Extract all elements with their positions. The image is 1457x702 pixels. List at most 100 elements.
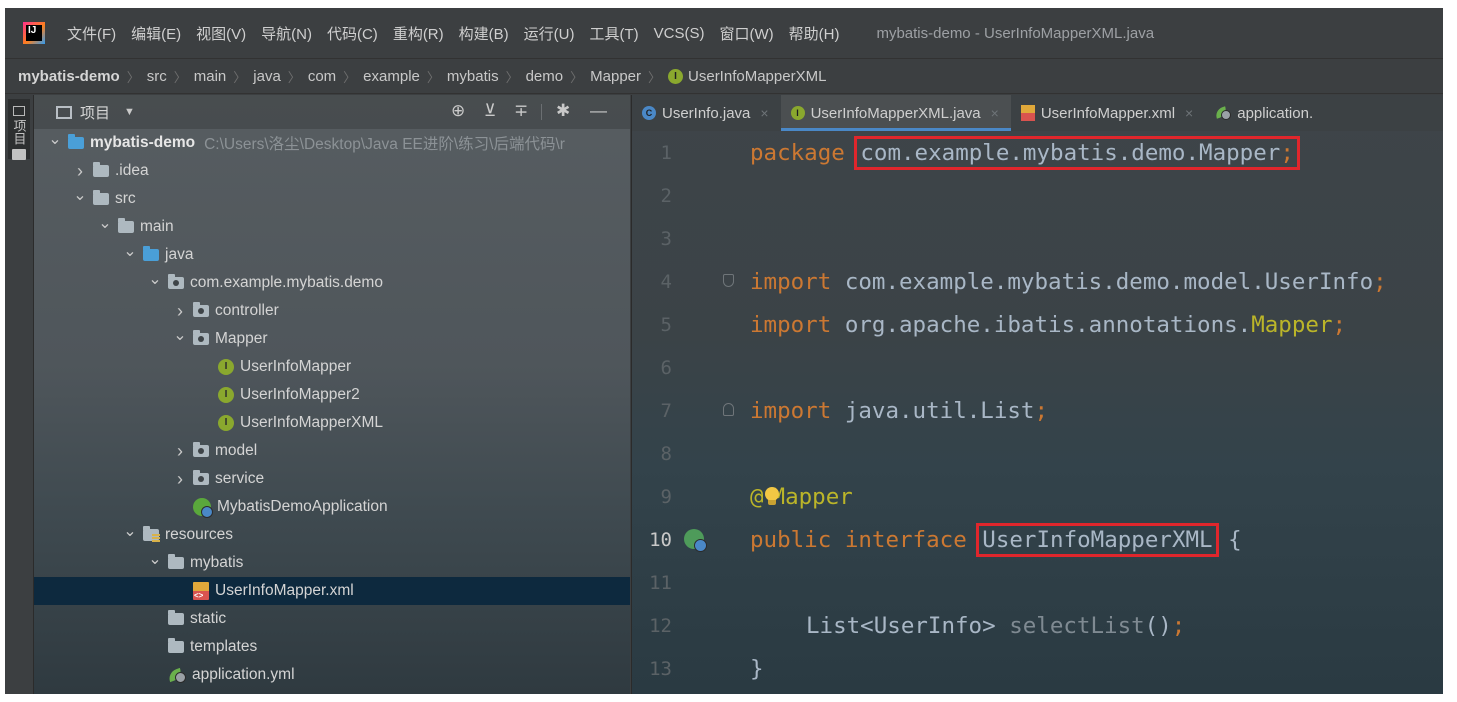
line-number: 11 xyxy=(649,571,672,594)
menu-navigate[interactable]: 导航(N) xyxy=(261,23,312,44)
hide-panel-icon[interactable]: — xyxy=(590,102,607,120)
menu-code[interactable]: 代码(C) xyxy=(327,23,378,44)
breadcrumb-file[interactable]: UserInfoMapperXML xyxy=(688,68,826,85)
tree-item[interactable]: ⌄ com.example.mybatis.demo xyxy=(34,269,630,297)
code-line-9[interactable]: 9 @ Mapper xyxy=(632,475,1443,518)
chevron-right-icon[interactable]: › xyxy=(173,301,187,322)
code-line-4[interactable]: 4 import com.example.mybatis.demo.model.… xyxy=(632,260,1443,303)
tree-item[interactable]: ⌄ mybatis-demo C:\Users\洛尘\Desktop\Java EE… xyxy=(34,129,630,157)
code-line-7[interactable]: 7 import java.util.List; xyxy=(632,389,1443,432)
tree-item[interactable]: ›application.yml xyxy=(34,661,630,689)
tree-item[interactable]: ›IUserInfoMapperXML xyxy=(34,409,630,437)
tree-item-label: UserInfoMapper.xml xyxy=(215,582,354,599)
tree-item[interactable]: ⌄ java xyxy=(34,241,630,269)
menu-tools[interactable]: 工具(T) xyxy=(589,23,638,44)
dropdown-caret-icon[interactable]: ▼ xyxy=(124,106,135,118)
code-line-5[interactable]: 5 import org.apache.ibatis.annotations. M… xyxy=(632,303,1443,346)
tree-item[interactable]: › .idea xyxy=(34,157,630,185)
tree-item[interactable]: ›templates xyxy=(34,633,630,661)
close-icon[interactable]: × xyxy=(991,105,999,121)
fold-marker-icon[interactable] xyxy=(723,274,734,287)
code-line-10[interactable]: 10 public interface UserInfoMapperXML { xyxy=(632,518,1443,561)
spring-bean-gutter-icon[interactable] xyxy=(684,529,707,552)
tree-item[interactable]: › service xyxy=(34,465,630,493)
breadcrumb-main[interactable]: main xyxy=(194,68,227,85)
editor-tab[interactable]: application. xyxy=(1205,95,1325,131)
import-ibatis-package: org.apache.ibatis.annotations. xyxy=(844,311,1252,338)
chevron-down-icon[interactable]: ⌄ xyxy=(48,132,62,148)
chevron-right-icon[interactable]: › xyxy=(173,441,187,462)
close-icon[interactable]: × xyxy=(760,105,768,121)
chevron-down-icon[interactable]: ⌄ xyxy=(148,272,162,288)
semicolon: ; xyxy=(1171,612,1186,639)
tree-item[interactable]: ›IUserInfoMapper xyxy=(34,353,630,381)
breadcrumb-mapper[interactable]: Mapper xyxy=(590,68,641,85)
menu-edit[interactable]: 编辑(E) xyxy=(131,23,181,44)
breadcrumb-java[interactable]: java xyxy=(253,68,281,85)
breadcrumb-demo[interactable]: demo xyxy=(526,68,564,85)
tree-item[interactable]: ⌄ Mapper xyxy=(34,325,630,353)
menu-file[interactable]: 文件(F) xyxy=(67,23,116,44)
tree-item[interactable]: ›UserInfoMapper.xml xyxy=(34,577,630,605)
code-line-1[interactable]: 1 package com.example.mybatis.demo.Mappe… xyxy=(632,131,1443,174)
tree-item[interactable]: › controller xyxy=(34,297,630,325)
folder-icon[interactable] xyxy=(12,149,26,160)
chevron-down-icon[interactable]: ⌄ xyxy=(98,216,112,232)
close-brace: } xyxy=(750,655,764,682)
fold-end-marker-icon[interactable] xyxy=(723,403,734,416)
menu-refactor[interactable]: 重构(R) xyxy=(393,23,444,44)
lightbulb-icon[interactable] xyxy=(764,486,780,507)
resources-folder-icon xyxy=(143,526,160,542)
chevron-right-icon[interactable]: › xyxy=(73,161,87,182)
locate-icon[interactable]: ⊕ xyxy=(451,102,465,120)
editor-tab[interactable]: C UserInfo.java × xyxy=(632,95,781,131)
project-view-selector[interactable]: 项目 xyxy=(80,102,110,123)
window-icon xyxy=(56,105,72,119)
menu-vcs[interactable]: VCS(S) xyxy=(654,25,705,42)
menu-run[interactable]: 运行(U) xyxy=(524,23,575,44)
code-line-8[interactable]: 8 xyxy=(632,432,1443,475)
chevron-down-icon[interactable]: ⌄ xyxy=(173,328,187,344)
breadcrumb-example[interactable]: example xyxy=(363,68,420,85)
editor-tab[interactable]: I UserInfoMapperXML.java × xyxy=(780,95,1012,131)
breadcrumb-project[interactable]: mybatis-demo xyxy=(18,68,120,85)
breadcrumb-com[interactable]: com xyxy=(308,68,336,85)
code-line-13[interactable]: 13 } xyxy=(632,647,1443,690)
intellij-logo-icon[interactable]: IJ xyxy=(23,22,45,44)
tree-item[interactable]: ›MybatisDemoApplication xyxy=(34,493,630,521)
chevron-down-icon[interactable]: ⌄ xyxy=(148,552,162,568)
menu-build[interactable]: 构建(B) xyxy=(459,23,509,44)
code-line-2[interactable]: 2 xyxy=(632,174,1443,217)
tree-item[interactable]: ⌄ main xyxy=(34,213,630,241)
close-icon[interactable]: × xyxy=(1185,105,1193,121)
tree-item[interactable]: › model xyxy=(34,437,630,465)
code-line-12[interactable]: 12 List<UserInfo> selectList(); xyxy=(632,604,1443,647)
menu-help[interactable]: 帮助(H) xyxy=(789,23,840,44)
tree-item[interactable]: ›IUserInfoMapper2 xyxy=(34,381,630,409)
line-number: 1 xyxy=(660,141,672,164)
tree-item[interactable]: ⌄ src xyxy=(34,185,630,213)
editor-tab[interactable]: UserInfoMapper.xml × xyxy=(1011,95,1205,131)
editor-tab-label: UserInfoMapperXML.java xyxy=(810,104,981,122)
tree-item-label: resources xyxy=(165,526,234,543)
code-line-6[interactable]: 6 xyxy=(632,346,1443,389)
tree-item[interactable]: ›static xyxy=(34,605,630,633)
expand-all-icon[interactable]: ⊻ xyxy=(484,102,496,120)
gear-icon[interactable]: ✱ xyxy=(556,102,570,120)
menu-view[interactable]: 视图(V) xyxy=(196,23,246,44)
code-line-3[interactable]: 3 xyxy=(632,217,1443,260)
tree-item[interactable]: ⌄ mybatis xyxy=(34,549,630,577)
tree-item[interactable]: ⌄ resources xyxy=(34,521,630,549)
chevron-right-icon: 〉 xyxy=(426,69,440,85)
chevron-down-icon[interactable]: ⌄ xyxy=(73,188,87,204)
breadcrumb-mybatis[interactable]: mybatis xyxy=(447,68,499,85)
chevron-down-icon[interactable]: ⌄ xyxy=(123,524,137,540)
keyword-public: public xyxy=(750,526,832,553)
breadcrumb-src[interactable]: src xyxy=(147,68,167,85)
chevron-right-icon[interactable]: › xyxy=(173,469,187,490)
keyword-import: import xyxy=(750,311,832,338)
menu-window[interactable]: 窗口(W) xyxy=(719,23,773,44)
collapse-all-icon[interactable]: ∓ xyxy=(514,102,528,120)
code-line-11[interactable]: 11 xyxy=(632,561,1443,604)
chevron-down-icon[interactable]: ⌄ xyxy=(123,244,137,260)
